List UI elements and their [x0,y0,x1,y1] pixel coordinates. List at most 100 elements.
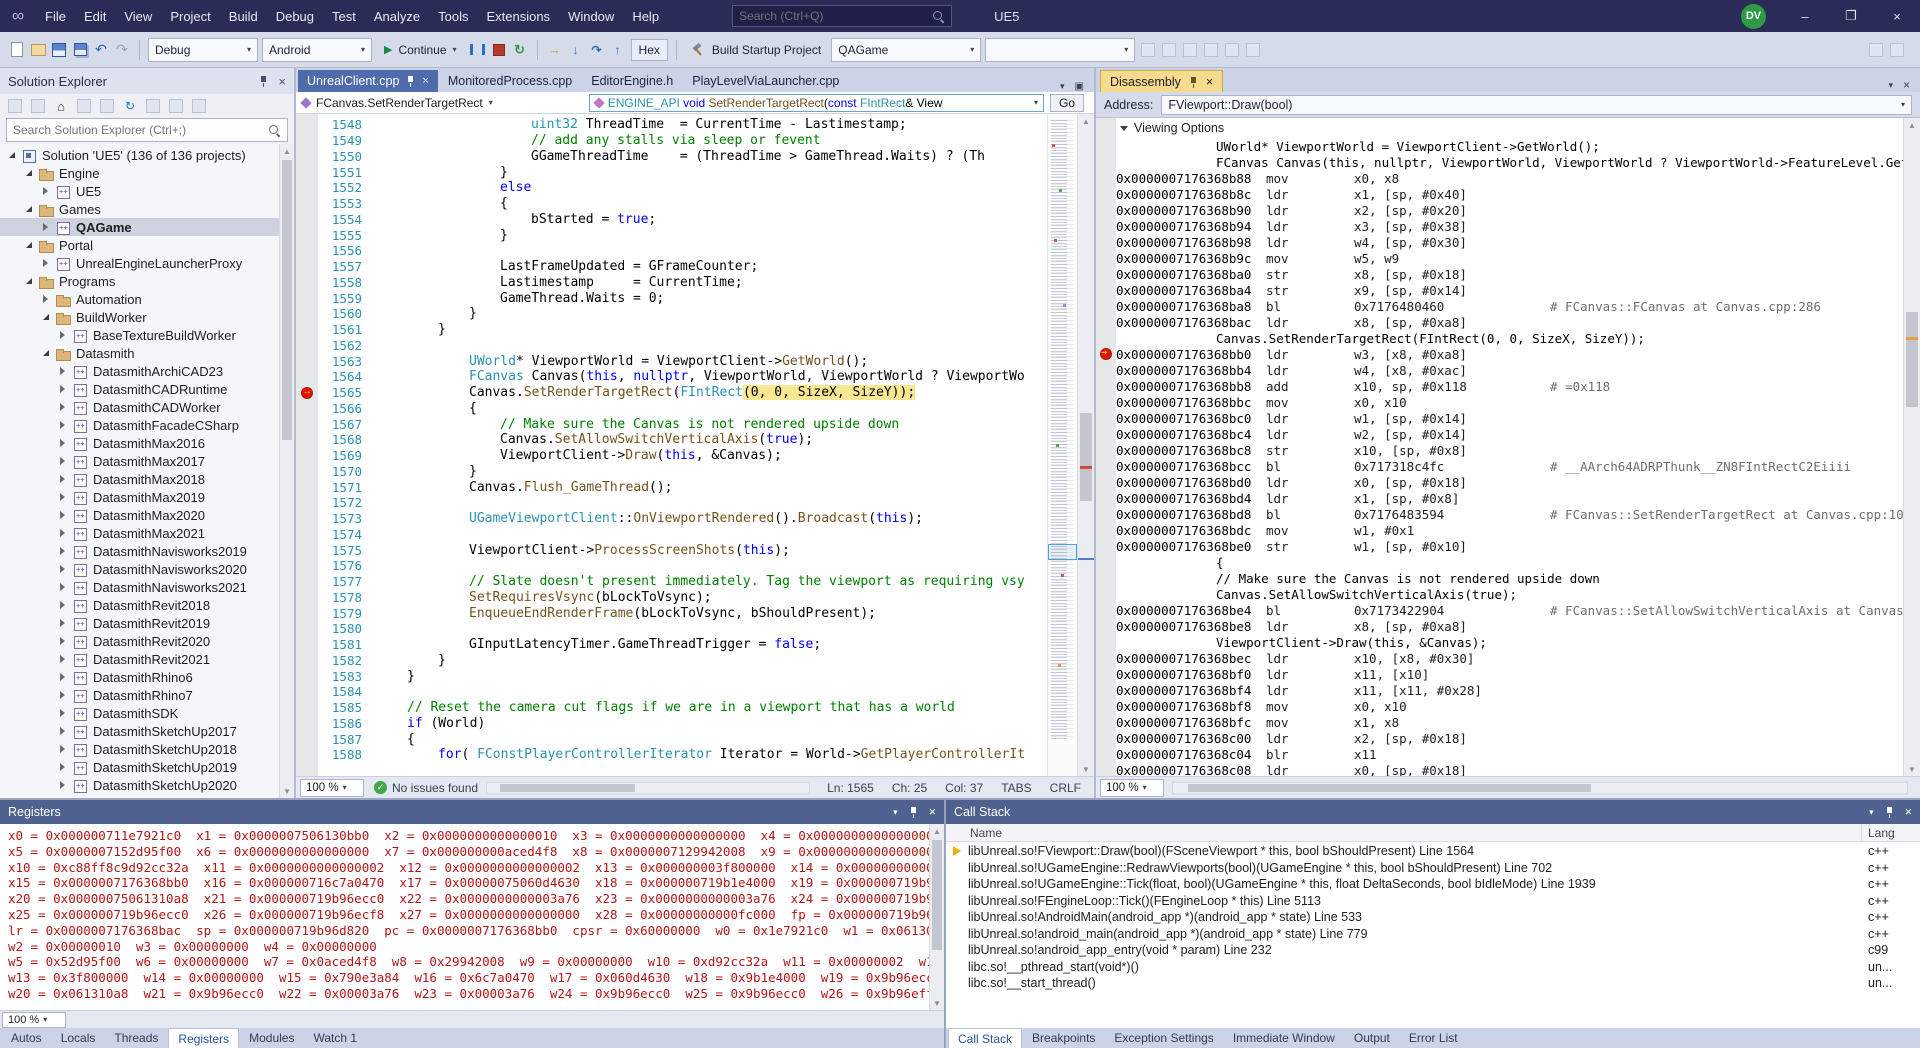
callstack-frame[interactable]: libc.so!__start_thread()un... [946,975,1920,992]
tree-item[interactable]: Programs [0,272,279,290]
send-feedback-icon[interactable] [1867,41,1885,59]
show-next-statement-icon[interactable] [546,41,564,59]
tree-item[interactable]: DatasmithMax2018 [0,470,279,488]
solution-search-box[interactable] [6,118,288,142]
column-lang[interactable]: Lang [1862,824,1920,841]
tree-item[interactable]: DatasmithMax2021 [0,524,279,542]
pin-icon[interactable] [259,75,268,87]
tree-item[interactable]: DatasmithMax2016 [0,434,279,452]
tree-item[interactable]: DatasmithSketchUp2017 [0,722,279,740]
menu-tools[interactable]: Tools [429,0,477,32]
tab-error-list[interactable]: Error List [1400,1028,1467,1048]
scroll-up-icon[interactable]: ▲ [280,144,294,158]
tree-item[interactable]: DatasmithMax2017 [0,452,279,470]
close-icon[interactable]: × [1206,75,1213,89]
tree-item[interactable]: DatasmithRevit2021 [0,650,279,668]
navigate-to-box[interactable]: ENGINE_API void SetRenderTargetRect(cons… [589,94,1044,112]
tree-item[interactable]: DatasmithSDK [0,704,279,722]
tab-modules[interactable]: Modules [240,1028,303,1048]
member-dropdown[interactable]: FCanvas.SetRenderTargetRect ▾ [302,96,493,110]
expand-arrow-icon[interactable] [55,385,70,393]
disasm-line[interactable]: 0x0000007176368bd4ldrx1, [sp, #0x8] [1096,490,1903,506]
disasm-line[interactable]: // Make sure the Canvas is not rendered … [1096,570,1903,586]
disasm-line[interactable]: 0x0000007176368bacldrx8, [sp, #0xa8] [1096,314,1903,330]
secondary-combo[interactable]: ▾ [985,38,1135,62]
expand-arrow-icon[interactable] [38,223,53,231]
open-file-icon[interactable] [29,41,47,59]
break-all-icon[interactable] [469,41,487,59]
disasm-line[interactable]: 0x0000007176368b90ldrx2, [sp, #0x20] [1096,202,1903,218]
tree-item[interactable]: DatasmithCADWorker [0,398,279,416]
scroll-up-icon[interactable]: ▲ [1904,118,1920,132]
disasm-line[interactable]: 0x0000007176368bc4ldrw2, [sp, #0x14] [1096,426,1903,442]
issues-indicator[interactable]: ✓ No issues found [374,781,478,795]
disasm-line[interactable]: 0x0000007176368bb0ldrw3, [x8, #0xa8] [1096,346,1903,362]
tree-item[interactable]: Datasmith [0,344,279,362]
step-over-icon[interactable] [588,41,606,59]
disasm-line[interactable]: 0x0000007176368c08ldrx0, [sp, #0x18] [1096,762,1903,776]
tree-item[interactable]: UE5 [0,182,279,200]
refresh-icon[interactable] [121,97,139,115]
continue-button[interactable]: ▶ Continue ▾ [376,38,465,62]
tree-item[interactable]: DatasmithFacadeCSharp [0,416,279,434]
collapse-arrow-icon[interactable] [21,278,36,284]
disasm-line[interactable]: 0x0000007176368bf4ldrx11, [x11, #0x28] [1096,682,1903,698]
disasm-line[interactable]: 0x0000007176368bccbl0x717318c4fc# __AArc… [1096,458,1903,474]
disasm-line[interactable]: 0x0000007176368bb8addx10, sp, #0x118# =0… [1096,378,1903,394]
startup-project-combo[interactable]: QAGame ▾ [831,38,981,62]
disasm-line[interactable]: 0x0000007176368bbcmovx0, x10 [1096,394,1903,410]
solution-tree-scrollbar[interactable]: ▲ ▼ [279,144,294,798]
viewing-options-toggle[interactable]: Viewing Options [1096,118,1903,138]
minimize-button[interactable]: – [1782,0,1828,32]
tabs-indicator[interactable]: TABS [1001,781,1031,795]
tree-item[interactable]: Solution 'UE5' (136 of 136 projects) [0,146,279,164]
float-window-icon[interactable]: ▣ [1075,81,1084,92]
tab-threads[interactable]: Threads [105,1028,167,1048]
editor-tab[interactable]: EditorEngine.h [582,70,682,92]
tree-item[interactable]: DatasmithRevit2020 [0,632,279,650]
tab-exception-settings[interactable]: Exception Settings [1105,1028,1222,1048]
callstack-frame[interactable]: libUnreal.so!android_app_entry(void * pa… [946,942,1920,959]
address-combo[interactable]: FViewport::Draw(bool) ▾ [1161,95,1912,115]
tree-item[interactable]: DatasmithArchiCAD23 [0,362,279,380]
breakpoints-window-icon[interactable] [1160,41,1178,59]
menu-project[interactable]: Project [161,0,219,32]
breakpoint-current-statement-icon[interactable] [296,386,318,400]
expand-arrow-icon[interactable] [55,439,70,447]
column-name[interactable]: Name [946,824,1862,841]
expand-arrow-icon[interactable] [55,583,70,591]
new-project-icon[interactable] [8,41,26,59]
callstack-frame[interactable]: libUnreal.so!UGameEngine::Tick(float, bo… [946,876,1920,893]
call-stack-header[interactable]: Call Stack ▾ × [946,800,1920,824]
disasm-line[interactable]: 0x0000007176368bc8strx10, [sp, #0x8] [1096,442,1903,458]
menu-analyze[interactable]: Analyze [365,0,429,32]
undo-icon[interactable] [92,41,110,59]
save-icon[interactable] [50,41,68,59]
scroll-up-icon[interactable]: ▲ [1078,114,1094,128]
disassembly-vertical-scrollbar[interactable]: ▲ ▼ [1903,118,1920,776]
disasm-line[interactable]: 0x0000007176368bd0ldrx0, [sp, #0x18] [1096,474,1903,490]
tab-list-chevron-icon[interactable]: ▾ [1888,80,1893,91]
quick-search-input[interactable] [739,9,927,23]
disasm-line[interactable]: 0x0000007176368bfcmovx1, x8 [1096,714,1903,730]
expand-arrow-icon[interactable] [55,529,70,537]
menu-view[interactable]: View [115,0,161,32]
tree-item[interactable]: DatasmithSketchUp2019 [0,758,279,776]
disasm-line[interactable]: UWorld* ViewportWorld = ViewportClient->… [1096,138,1903,154]
expand-arrow-icon[interactable] [55,421,70,429]
expand-arrow-icon[interactable] [55,511,70,519]
expand-arrow-icon[interactable] [55,655,70,663]
attach-to-process-icon[interactable] [1139,41,1157,59]
collapse-all-icon[interactable] [144,97,162,115]
expand-arrow-icon[interactable] [55,565,70,573]
tree-item[interactable]: DatasmithNavisworks2021 [0,578,279,596]
expand-arrow-icon[interactable] [55,331,70,339]
close-icon[interactable]: × [422,75,428,87]
collapse-arrow-icon[interactable] [21,242,36,248]
tree-item[interactable]: DatasmithNavisworks2019 [0,542,279,560]
expand-arrow-icon[interactable] [38,295,53,303]
go-button[interactable]: Go [1050,94,1084,112]
disasm-line[interactable]: 0x0000007176368bf0ldrx11, [x10] [1096,666,1903,682]
minimap-viewport-indicator[interactable] [1048,544,1077,560]
window-position-icon[interactable]: ▾ [893,807,898,818]
